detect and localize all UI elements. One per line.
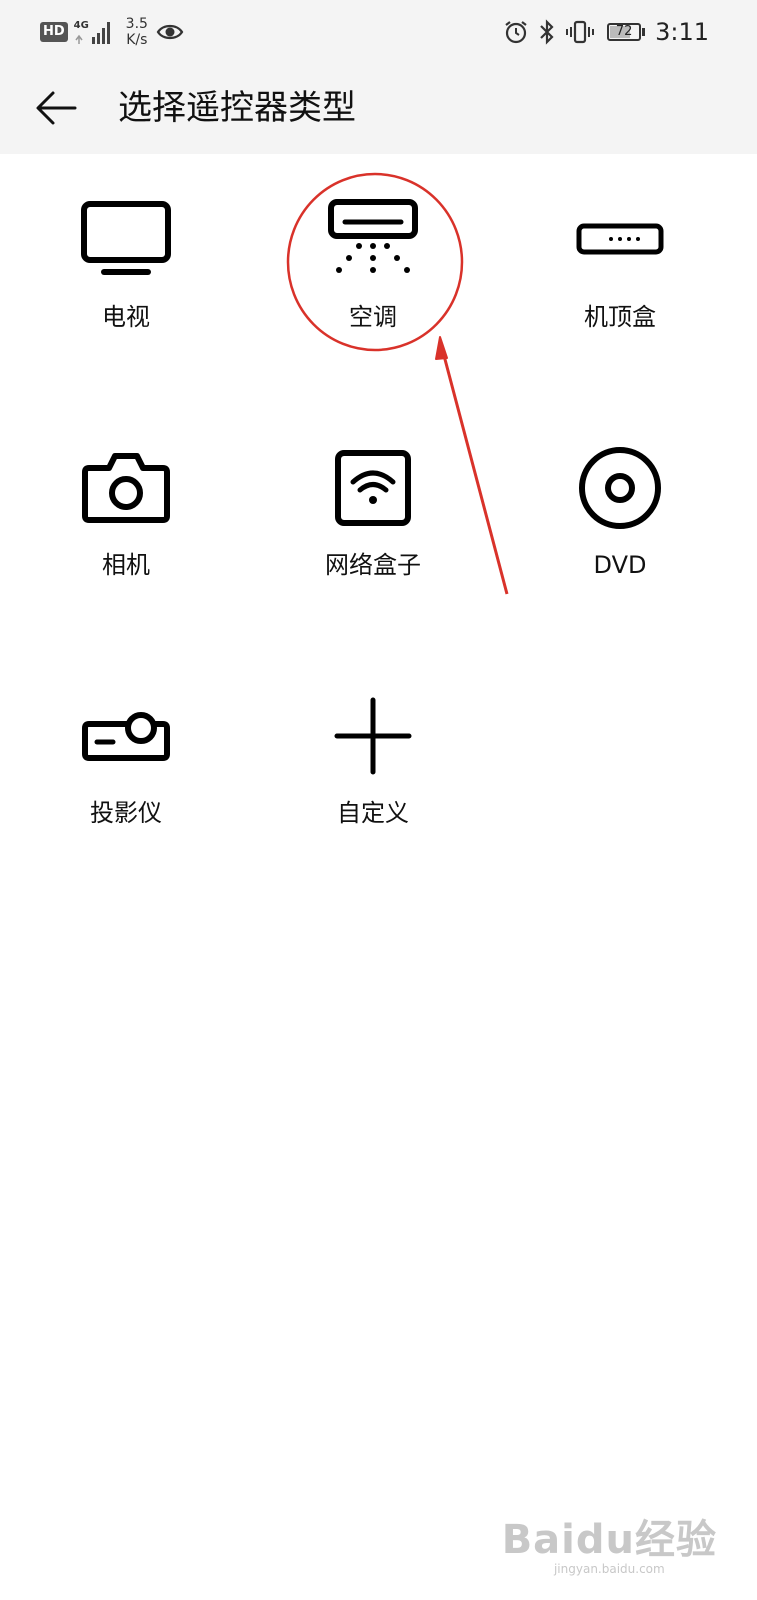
speed-unit: K/s	[126, 32, 148, 48]
network-speed: 3.5 K/s	[126, 16, 148, 48]
remote-type-custom[interactable]: 自定义	[247, 650, 499, 890]
camera-icon	[82, 453, 170, 523]
remote-type-label: 相机	[102, 551, 150, 579]
alarm-icon	[505, 21, 527, 44]
app-bar: 选择遥控器类型	[0, 62, 757, 154]
disc-icon	[579, 447, 661, 529]
remote-type-label: 投影仪	[90, 799, 162, 827]
remote-type-label: DVD	[593, 551, 647, 579]
remote-type-label: 空调	[349, 303, 397, 331]
status-bar: HD 4G 3.5 K/s 72 3:11	[0, 0, 757, 62]
wifi-box-icon	[335, 450, 411, 526]
signal-icon	[75, 22, 110, 44]
back-button[interactable]	[30, 82, 82, 134]
watermark: Baidu经验 jingyan.baidu.com	[502, 1518, 717, 1576]
tv-icon	[81, 201, 171, 275]
watermark-sub: jingyan.baidu.com	[553, 1562, 665, 1576]
clock: 3:11	[655, 18, 709, 46]
air-conditioner-icon	[328, 199, 418, 273]
remote-type-label: 电视	[102, 303, 150, 331]
vibrate-icon	[566, 20, 595, 44]
battery-level: 72	[615, 24, 633, 39]
speed-value: 3.5	[125, 16, 148, 32]
battery-indicator: 72	[607, 23, 642, 41]
remote-type-set-top-box[interactable]: 机顶盒	[494, 154, 746, 394]
remote-type-label: 自定义	[337, 799, 409, 827]
projector-icon	[82, 712, 170, 761]
remote-type-label: 网络盒子	[325, 551, 421, 579]
remote-type-camera[interactable]: 相机	[0, 402, 252, 642]
set-top-box-icon	[576, 223, 664, 255]
signal-indicator: 4G	[74, 18, 116, 46]
remote-type-ac[interactable]: 空调	[247, 154, 499, 394]
remote-type-dvd[interactable]: DVD	[494, 402, 746, 642]
eye-icon	[156, 24, 184, 40]
battery-tip	[642, 28, 646, 36]
remote-type-tv[interactable]: 电视	[0, 154, 252, 394]
arrow-left-icon	[36, 91, 77, 125]
remote-type-network-box[interactable]: 网络盒子	[247, 402, 499, 642]
bluetooth-icon	[540, 19, 554, 45]
remote-type-projector[interactable]: 投影仪	[0, 650, 252, 890]
watermark-main: Baidu经验	[501, 1517, 717, 1563]
plus-icon	[334, 697, 412, 775]
remote-type-label: 机顶盒	[584, 303, 656, 331]
hd-badge: HD	[40, 22, 68, 42]
page-title: 选择遥控器类型	[118, 88, 356, 128]
